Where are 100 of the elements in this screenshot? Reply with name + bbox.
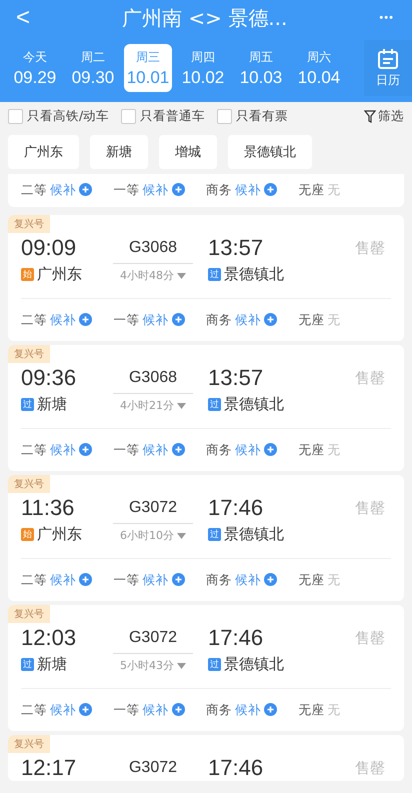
seat-class: 无座 bbox=[298, 572, 324, 587]
departure-time: 09:36 bbox=[21, 365, 78, 391]
seat-status: 无 bbox=[328, 312, 340, 327]
date-tab[interactable]: 今天 09.29 bbox=[8, 44, 62, 92]
plus-icon[interactable] bbox=[172, 573, 184, 586]
date-tab[interactable]: 周二 09.30 bbox=[66, 44, 120, 92]
sold-out-label: 售罄 bbox=[355, 368, 385, 388]
train-number: G3072 bbox=[128, 759, 178, 777]
departure-time: 11:36 bbox=[21, 495, 76, 521]
sold-out-label: 售罄 bbox=[355, 628, 385, 648]
plus-icon[interactable] bbox=[79, 313, 92, 326]
seat-class: 二等 bbox=[21, 442, 47, 457]
departure-time: 09:09 bbox=[21, 235, 78, 261]
date-tab[interactable]: 周五 10.03 bbox=[234, 44, 288, 92]
station-chip[interactable]: 广州东 bbox=[8, 135, 79, 169]
station-chip[interactable]: 新塘 bbox=[90, 135, 148, 169]
seat-status[interactable]: 候补 bbox=[142, 442, 168, 457]
seat-class: 商务 bbox=[206, 572, 232, 587]
caret-icon bbox=[177, 662, 186, 668]
more-button[interactable]: ••• bbox=[373, 11, 400, 25]
arrival-station: 景德镇北 bbox=[224, 264, 284, 284]
seat-status: 无 bbox=[328, 182, 340, 197]
plus-icon[interactable] bbox=[79, 573, 92, 586]
route-title: 广州南 <> 景德... bbox=[122, 4, 288, 32]
plus-icon[interactable] bbox=[172, 443, 184, 456]
train-number: G3068 bbox=[128, 239, 178, 257]
date-tab[interactable]: 周三 10.01 bbox=[124, 44, 172, 92]
train-number: G3068 bbox=[128, 369, 178, 387]
seat-status[interactable]: 候补 bbox=[142, 182, 168, 197]
seat-class: 二等 bbox=[21, 572, 47, 587]
seat-class: 商务 bbox=[206, 442, 232, 457]
plus-icon[interactable] bbox=[264, 703, 277, 716]
station-type-badge: 过 bbox=[208, 398, 221, 410]
seat-class: 无座 bbox=[298, 312, 324, 327]
plus-icon[interactable] bbox=[264, 183, 277, 196]
seat-class: 一等 bbox=[114, 572, 140, 587]
plus-icon[interactable] bbox=[264, 443, 277, 456]
seat-status[interactable]: 候补 bbox=[50, 572, 76, 587]
seat-class: 商务 bbox=[206, 312, 232, 327]
seat-status[interactable]: 候补 bbox=[50, 312, 76, 327]
train-card[interactable]: 复兴号 09:09 G3068 13:57 售罄 始 广州东 4小时48分 过 景德镇北 二等 候补 一等 候补 商务 候补 无座 无 bbox=[8, 215, 404, 341]
filter-checkbox[interactable]: 只看普通车 bbox=[121, 108, 206, 125]
train-card[interactable]: 复兴号 12:03 G3072 17:46 售罄 过 新塘 5小时43分 过 景德镇北 二等 候补 一等 候补 商务 候补 无座 无 bbox=[8, 605, 404, 731]
train-type-tag: 复兴号 bbox=[8, 215, 50, 233]
departure-station: 广州东 bbox=[37, 264, 82, 284]
plus-icon[interactable] bbox=[172, 703, 184, 716]
filter-checkbox[interactable]: 只看高铁/动车 bbox=[8, 108, 110, 125]
seat-status[interactable]: 候补 bbox=[142, 572, 168, 587]
filter-button[interactable]: 筛选 bbox=[364, 108, 404, 125]
seat-status[interactable]: 候补 bbox=[50, 442, 76, 457]
filter-checkbox[interactable]: 只看有票 bbox=[217, 108, 288, 125]
seat-status[interactable]: 候补 bbox=[142, 312, 168, 327]
seat-status[interactable]: 候补 bbox=[235, 442, 261, 457]
plus-icon[interactable] bbox=[79, 443, 92, 456]
arrival-station: 景德镇北 bbox=[224, 654, 284, 674]
train-card[interactable]: 复兴号 12:17 G3072 17:46 售罄 bbox=[8, 735, 404, 781]
station-type-badge: 过 bbox=[21, 398, 34, 410]
funnel-icon bbox=[364, 110, 376, 123]
date-tab[interactable]: 周四 10.02 bbox=[176, 44, 230, 92]
date-tab[interactable]: 周六 10.04 bbox=[292, 44, 346, 92]
seat-class: 二等 bbox=[21, 312, 47, 327]
plus-icon[interactable] bbox=[264, 313, 277, 326]
train-card[interactable]: 复兴号 11:36 G3072 17:46 售罄 始 广州东 6小时10分 过 景德镇北 二等 候补 一等 候补 商务 候补 无座 无 bbox=[8, 475, 404, 601]
arrival-station: 景德镇北 bbox=[224, 524, 284, 544]
duration-toggle[interactable]: 6小时10分 bbox=[113, 523, 193, 543]
train-card[interactable]: 复兴号 09:36 G3068 13:57 售罄 过 新塘 4小时21分 过 景德镇北 二等 候补 一等 候补 商务 候补 无座 无 bbox=[8, 345, 404, 471]
station-chip[interactable]: 景德镇北 bbox=[228, 135, 312, 169]
duration-toggle[interactable]: 4小时21分 bbox=[113, 393, 193, 413]
seat-status[interactable]: 候补 bbox=[50, 182, 76, 197]
plus-icon[interactable] bbox=[79, 183, 92, 196]
seat-status[interactable]: 候补 bbox=[235, 182, 261, 197]
seat-class: 商务 bbox=[206, 182, 232, 197]
seat-class: 二等 bbox=[21, 182, 47, 197]
duration-toggle[interactable]: 4小时48分 bbox=[113, 263, 193, 283]
station-type-badge: 过 bbox=[208, 658, 221, 670]
seat-status[interactable]: 候补 bbox=[235, 702, 261, 717]
station-type-badge: 过 bbox=[208, 528, 221, 540]
station-type-badge: 始 bbox=[21, 528, 34, 540]
seat-class: 二等 bbox=[21, 702, 47, 717]
seat-status: 无 bbox=[328, 702, 340, 717]
departure-station: 新塘 bbox=[37, 394, 67, 414]
duration-toggle[interactable]: 5小时43分 bbox=[113, 653, 193, 673]
plus-icon[interactable] bbox=[172, 313, 184, 326]
back-button[interactable]: < bbox=[10, 4, 36, 32]
seat-status[interactable]: 候补 bbox=[235, 312, 261, 327]
seat-class: 一等 bbox=[114, 702, 140, 717]
arrival-time: 17:46 bbox=[208, 755, 264, 781]
station-chip[interactable]: 增城 bbox=[159, 135, 217, 169]
plus-icon[interactable] bbox=[79, 703, 92, 716]
seat-class: 无座 bbox=[298, 182, 324, 197]
arrival-time: 17:46 bbox=[208, 495, 264, 521]
plus-icon[interactable] bbox=[172, 183, 184, 196]
calendar-icon bbox=[377, 48, 399, 70]
departure-time: 12:03 bbox=[21, 625, 78, 651]
station-type-badge: 始 bbox=[21, 268, 34, 280]
seat-status[interactable]: 候补 bbox=[235, 572, 261, 587]
seat-status[interactable]: 候补 bbox=[50, 702, 76, 717]
plus-icon[interactable] bbox=[264, 573, 277, 586]
calendar-button[interactable]: 日历 bbox=[364, 40, 412, 96]
seat-status[interactable]: 候补 bbox=[142, 702, 168, 717]
